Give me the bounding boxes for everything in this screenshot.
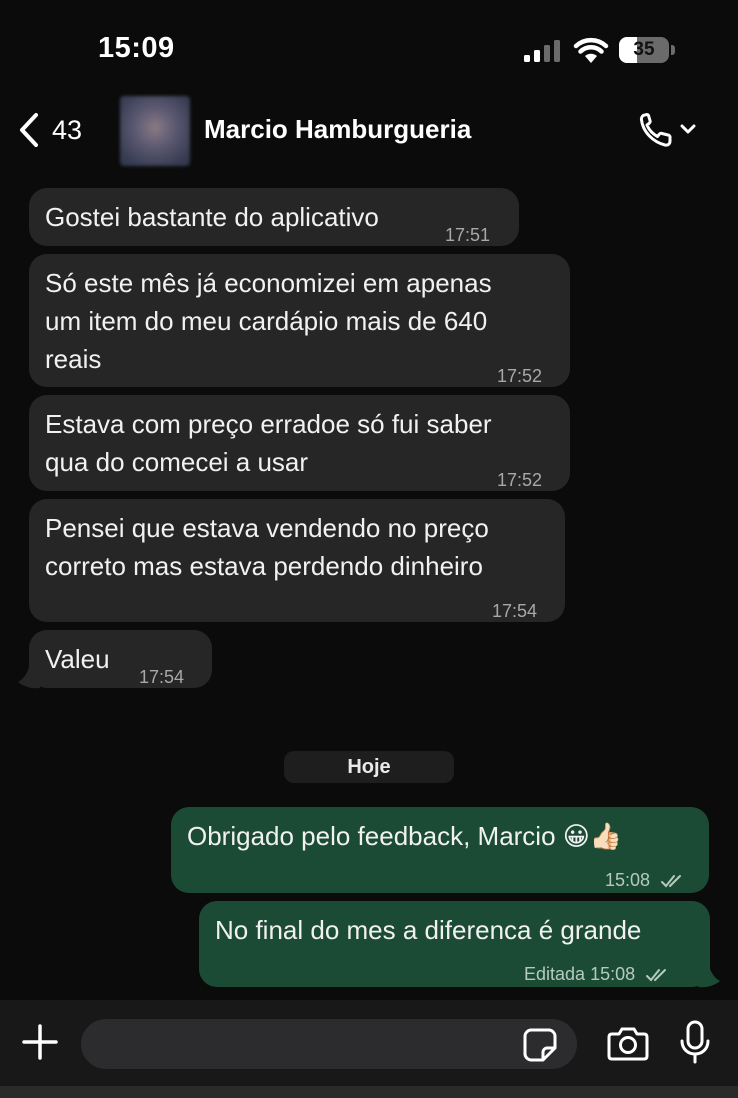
message-time: 17:51 xyxy=(445,225,491,245)
message-time: 17:52 xyxy=(497,366,543,386)
wifi-icon xyxy=(573,37,609,63)
chevron-down-icon xyxy=(680,124,696,134)
message-bubble-incoming[interactable]: Gostei bastante do aplicativo 17:51 xyxy=(29,188,519,246)
message-bubble-incoming[interactable]: Estava com preço erradoe só fui saber qu… xyxy=(29,395,570,491)
double-check-icon xyxy=(661,875,682,888)
keyboard-edge xyxy=(0,1086,738,1098)
chat-header: 43 Marcio Hamburgueria xyxy=(0,90,738,170)
status-time: 15:09 xyxy=(98,32,175,64)
cellular-signal-icon xyxy=(524,40,560,62)
unread-count: 43 xyxy=(52,114,83,145)
message-composer xyxy=(0,1000,738,1098)
message-bubble-incoming[interactable]: Pensei que estava vendendo no preço corr… xyxy=(29,499,565,622)
sticker-icon[interactable] xyxy=(523,1028,557,1062)
battery-indicator: 35 xyxy=(619,37,675,63)
message-bubble-outgoing[interactable]: Obrigado pelo feedback, Marcio 😀👍🏻 15:08 xyxy=(171,807,709,893)
message-input[interactable] xyxy=(81,1019,577,1069)
bubble-tail xyxy=(698,963,720,988)
message-text-line: Só este mês já economizei em apenas xyxy=(45,268,492,298)
bubble-tail xyxy=(18,664,40,689)
message-text-line: Estava com preço erradoe só fui saber xyxy=(45,409,492,439)
message-bubble-incoming[interactable]: Valeu 17:54 xyxy=(29,630,212,688)
message-time: 17:54 xyxy=(139,667,185,687)
message-text-line: um item do meu cardápio mais de 640 xyxy=(45,306,488,336)
message-text-line: qua do comecei a usar xyxy=(45,447,309,477)
battery-percent: 35 xyxy=(633,39,655,60)
camera-icon[interactable] xyxy=(607,1025,649,1061)
date-divider: Hoje xyxy=(284,751,454,783)
message-bubble-outgoing[interactable]: No final do mes a diferenca é grande Edi… xyxy=(199,901,710,987)
message-time: 15:08 xyxy=(605,870,651,890)
message-text: No final do mes a diferenca é grande xyxy=(215,915,642,945)
voice-call-button[interactable] xyxy=(638,110,700,150)
double-check-icon xyxy=(646,969,667,982)
message-time: 17:54 xyxy=(492,601,538,621)
phone-icon xyxy=(639,113,672,147)
message-bubble-incoming[interactable]: Só este mês já economizei em apenas um i… xyxy=(29,254,570,387)
message-text-line: reais xyxy=(45,344,102,374)
avatar[interactable] xyxy=(120,96,190,166)
message-time: 17:52 xyxy=(497,470,543,490)
plus-icon[interactable] xyxy=(22,1024,58,1060)
message-time: 15:08 xyxy=(590,964,636,984)
message-list[interactable]: Gostei bastante do aplicativo 17:51 Só e… xyxy=(0,170,738,1000)
message-text: Obrigado pelo feedback, Marcio 😀👍🏻 xyxy=(187,821,623,851)
message-text: Valeu xyxy=(45,644,110,674)
message-text: Gostei bastante do aplicativo xyxy=(45,202,379,232)
status-bar: 15:09 35 xyxy=(0,0,738,90)
microphone-icon[interactable] xyxy=(679,1020,711,1064)
contact-name[interactable]: Marcio Hamburgueria xyxy=(204,114,471,145)
chevron-left-icon xyxy=(20,113,38,147)
message-text-line: Pensei que estava vendendo no preço xyxy=(45,513,489,543)
edited-label: Editada xyxy=(524,964,586,984)
message-text-line: correto mas estava perdendo dinheiro xyxy=(45,551,483,581)
back-button[interactable]: 43 xyxy=(18,108,82,152)
